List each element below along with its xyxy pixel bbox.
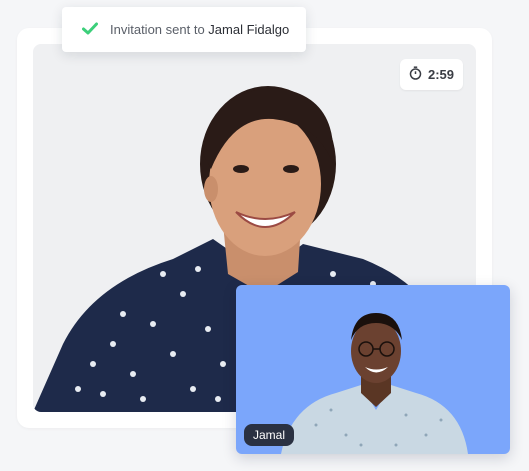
stopwatch-icon [409,66,422,83]
call-timer: 2:59 [400,59,463,90]
check-icon [82,22,98,38]
toast-message: Invitation sent to Jamal Fidalgo [110,22,289,37]
toast-prefix: Invitation sent to [110,22,205,37]
participant-name-label: Jamal [244,424,295,446]
toast-recipient: Jamal Fidalgo [208,22,290,37]
timer-text: 2:59 [427,67,455,82]
participant-pip-video[interactable]: Jamal [236,285,510,454]
invitation-toast: Invitation sent to Jamal Fidalgo [62,7,306,52]
